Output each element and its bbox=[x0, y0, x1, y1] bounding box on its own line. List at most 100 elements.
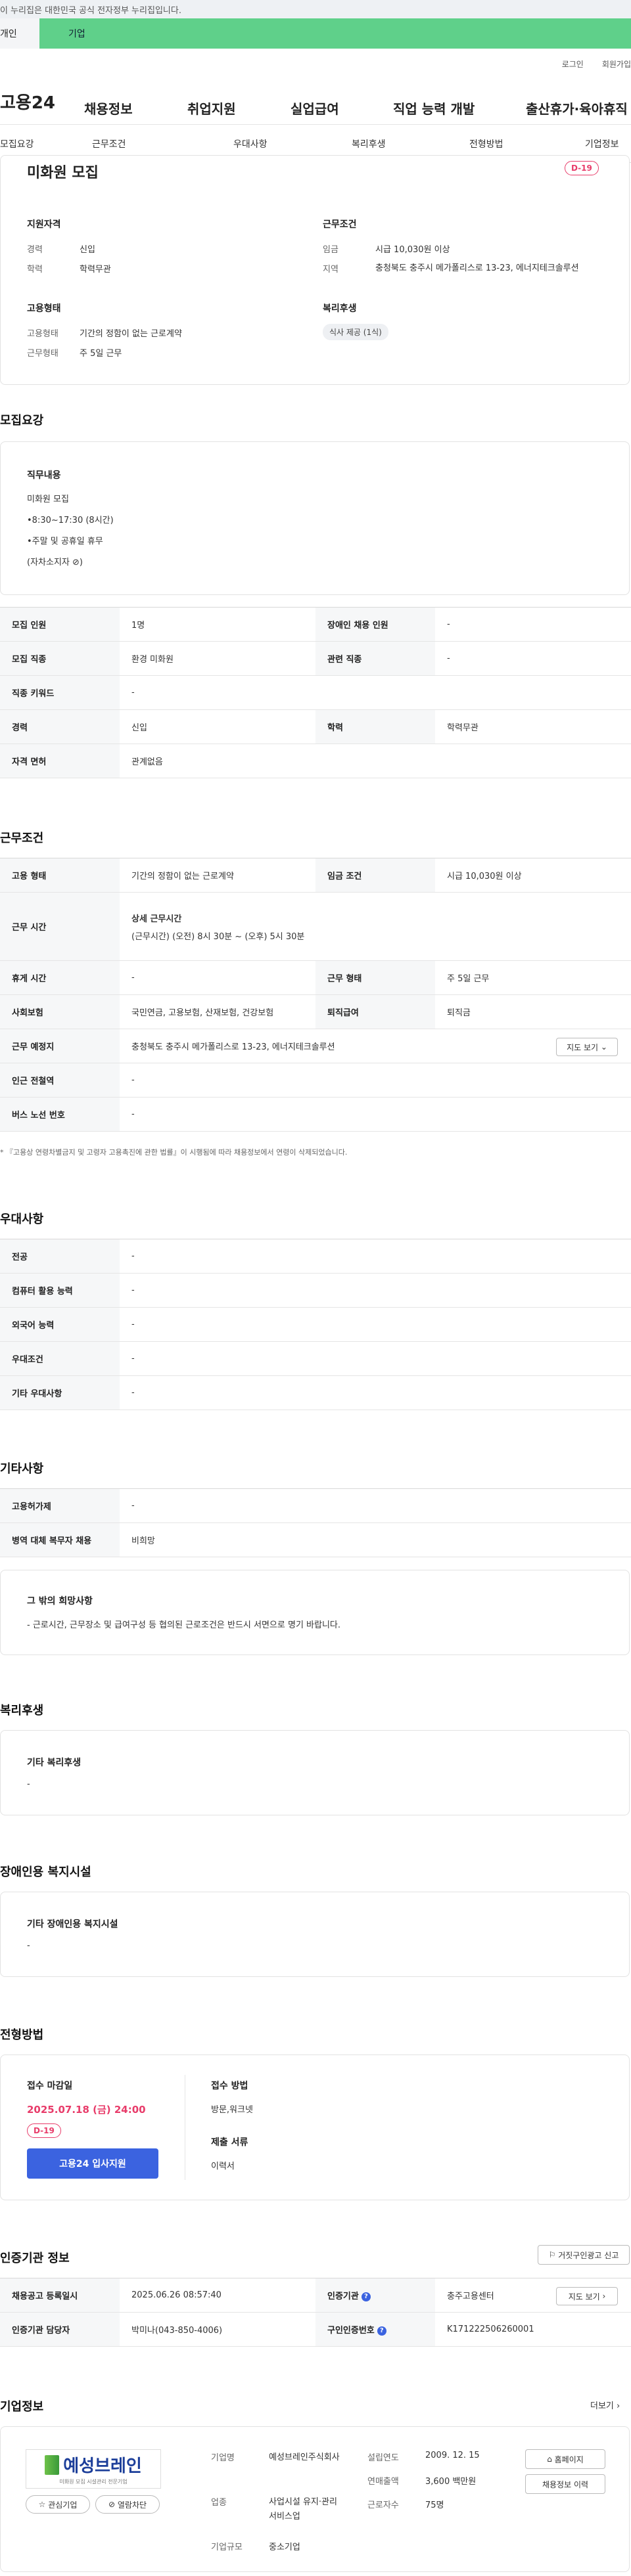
scale-value: 중소기업 bbox=[269, 2543, 300, 2552]
table-header: 관련 직종 bbox=[316, 641, 435, 676]
table-row: 모집 직종 환경 미화원 관련 직종 - bbox=[0, 641, 631, 676]
tab-recruit[interactable]: 모집요강 bbox=[0, 137, 34, 150]
duty-line: 미화원 모집 bbox=[27, 495, 69, 504]
table-cell: 1명 bbox=[120, 607, 316, 642]
join-link[interactable]: 회원가입 bbox=[602, 58, 631, 70]
table-cell: - bbox=[120, 1341, 631, 1376]
cert-heading: 인증기관 정보 bbox=[0, 2252, 70, 2265]
utility-links: 로그인 회원가입 bbox=[0, 49, 631, 79]
method-label: 접수 방법 bbox=[211, 2081, 248, 2091]
table-cell: 비희망 bbox=[120, 1522, 631, 1557]
selection-card: 접수 마감일 2025.07.18 (금) 24:00 D-19 고용24 입사… bbox=[0, 2054, 630, 2200]
table-header: 컴퓨터 활용 능력 bbox=[0, 1273, 120, 1308]
tab-conditions[interactable]: 근무조건 bbox=[92, 137, 126, 150]
table-cell: K171222506260001 bbox=[435, 2312, 631, 2347]
homepage-button[interactable]: ⌂ 홈페이지 bbox=[525, 2449, 605, 2469]
table-header: 모집 인원 bbox=[0, 607, 120, 642]
table-header: 전공 bbox=[0, 1239, 120, 1274]
wish-card: 그 밖의 희망사항 - 근로시간, 근무장소 및 급여구성 등 협의된 근로조건… bbox=[0, 1570, 630, 1655]
table-cell: - bbox=[120, 1063, 631, 1098]
block-button[interactable]: ⊘ 열람차단 bbox=[95, 2495, 160, 2514]
sales-label: 연매출액 bbox=[367, 2477, 399, 2487]
emp-title: 고용형태 bbox=[27, 303, 61, 314]
site-logo[interactable]: 고용24 bbox=[0, 89, 84, 114]
employees-label: 근로자수 bbox=[367, 2500, 399, 2510]
table-header: 인근 전철역 bbox=[0, 1063, 120, 1098]
table-row: 버스 노선 번호 - bbox=[0, 1097, 631, 1132]
table-row: 사회보험 국민연금, 고용보험, 산재보험, 건강보험 퇴직급여 퇴직금 bbox=[0, 994, 631, 1029]
industry-value: 사업시설 유지·관리 서비스업 bbox=[269, 2497, 337, 2521]
tab-personal[interactable]: 개인 bbox=[0, 18, 39, 49]
gnb-item-training[interactable]: 직업 능력 개발 bbox=[393, 99, 475, 118]
report-button[interactable]: ⚐ 거짓구인광고 신고 bbox=[538, 2245, 630, 2265]
table-header: 근무 형태 bbox=[316, 960, 435, 995]
company-card: 예성브레인 미화원 모집 시설관리 전문기업 ☆ 관심기업 ⊘ 열람차단 기업명… bbox=[0, 2426, 630, 2572]
scale-label: 기업규모 bbox=[211, 2543, 243, 2552]
table-cell: 신입 bbox=[120, 709, 316, 744]
founded-value: 2009. 12. 15 bbox=[425, 2451, 480, 2460]
more-link[interactable]: 더보기 › bbox=[590, 2399, 620, 2411]
table-row: 모집 인원 1명 장애인 채용 인원 - bbox=[0, 607, 631, 642]
conditions-table: 고용 형태 기간의 정함이 없는 근로계약 임금 조건 시급 10,030원 이… bbox=[0, 858, 631, 1132]
duty-line: •8:30~17:30 (8시간) bbox=[27, 516, 114, 525]
table-cell: - bbox=[120, 1239, 631, 1274]
table-header: 우대조건 bbox=[0, 1341, 120, 1376]
welfare-card: 기타 복리후생 - bbox=[0, 1730, 630, 1815]
welfare-chip: 식사 제공 (1식) bbox=[323, 324, 388, 340]
table-cell: 기간의 정함이 없는 근로계약 bbox=[120, 858, 316, 893]
favorite-company-button[interactable]: ☆ 관심기업 bbox=[26, 2495, 90, 2514]
place-value: 충청북도 충주시 메가폴리스로 13-23, 에너지테크솔루션 bbox=[131, 1042, 335, 1052]
login-link[interactable]: 로그인 bbox=[562, 58, 584, 70]
table-header: 구인인증번호? bbox=[316, 2312, 435, 2347]
leaf-icon bbox=[45, 2454, 60, 2475]
tab-preference[interactable]: 우대사항 bbox=[233, 137, 268, 150]
agency-map-button[interactable]: 지도 보기 › bbox=[556, 2287, 618, 2305]
gnb-item-leave[interactable]: 출산휴가·육아휴직 bbox=[526, 99, 628, 118]
region-value: 충청북도 충주시 메가폴리스로 13-23, 에너지테크솔루션 bbox=[375, 263, 579, 273]
table-header: 학력 bbox=[316, 709, 435, 744]
table-header: 채용공고 등록일시 bbox=[0, 2278, 120, 2313]
tab-company-info[interactable]: 기업정보 bbox=[585, 137, 619, 150]
table-header: 버스 노선 번호 bbox=[0, 1097, 120, 1132]
table-cell: 충주고용센터 지도 보기 › bbox=[435, 2278, 631, 2313]
info-icon[interactable]: ? bbox=[377, 2326, 386, 2336]
deadline-label: 접수 마감일 bbox=[27, 2081, 73, 2091]
table-header: 기타 우대사항 bbox=[0, 1375, 120, 1410]
table-header: 사회보험 bbox=[0, 994, 120, 1029]
tab-selection[interactable]: 전형방법 bbox=[469, 137, 503, 150]
tab-company[interactable]: 기업 bbox=[39, 18, 631, 49]
employees-value: 75명 bbox=[425, 2500, 444, 2510]
apply-button[interactable]: 고용24 입사지원 bbox=[27, 2148, 158, 2179]
industry-label: 업종 bbox=[211, 2498, 227, 2508]
table-header: 직종 키워드 bbox=[0, 675, 120, 710]
history-button[interactable]: 채용정보 이력 bbox=[525, 2474, 605, 2494]
welfare-title: 복리후생 bbox=[323, 303, 357, 314]
table-header: 퇴직급여 bbox=[316, 994, 435, 1029]
table-cell: - bbox=[120, 960, 316, 995]
table-cell: - bbox=[120, 1097, 631, 1132]
table-header: 근무 시간 bbox=[0, 892, 120, 961]
hours-title: 상세 근무시간 bbox=[131, 914, 182, 924]
map-button[interactable]: 지도 보기 ⌄ bbox=[556, 1038, 618, 1056]
table-cell: - bbox=[435, 607, 631, 642]
wish-title: 그 밖의 희망사항 bbox=[27, 1596, 93, 1607]
gnb-item-jobs[interactable]: 채용정보 bbox=[84, 99, 133, 118]
agency-value: 충주고용센터 bbox=[447, 2292, 494, 2301]
company-name-label: 기업명 bbox=[211, 2453, 235, 2463]
duty-line: •주말 및 공휴일 휴무 bbox=[27, 537, 103, 546]
disabled-card-value: - bbox=[27, 1941, 30, 1951]
gnb-item-support[interactable]: 취업지원 bbox=[187, 99, 236, 118]
table-header: 고용 형태 bbox=[0, 858, 120, 893]
info-icon[interactable]: ? bbox=[361, 2292, 371, 2301]
star-icon: ☆ bbox=[38, 2500, 46, 2509]
table-header: 고용허가제 bbox=[0, 1488, 120, 1523]
docs-label: 제출 서류 bbox=[211, 2137, 248, 2148]
gnb-item-benefit[interactable]: 실업급여 bbox=[291, 99, 339, 118]
preference-table: 전공 - 컴퓨터 활용 능력 - 외국어 능력 - 우대조건 - 기타 우대사항 - bbox=[0, 1239, 631, 1410]
career-value: 신입 bbox=[80, 245, 95, 255]
chevron-right-icon: › bbox=[602, 2292, 606, 2301]
table-row: 병역 대체 복무자 채용 비희망 bbox=[0, 1522, 631, 1557]
qual-title: 지원자격 bbox=[27, 219, 61, 230]
logo-text: 예성브레인 bbox=[63, 2456, 142, 2476]
tab-welfare[interactable]: 복리후생 bbox=[352, 137, 386, 150]
